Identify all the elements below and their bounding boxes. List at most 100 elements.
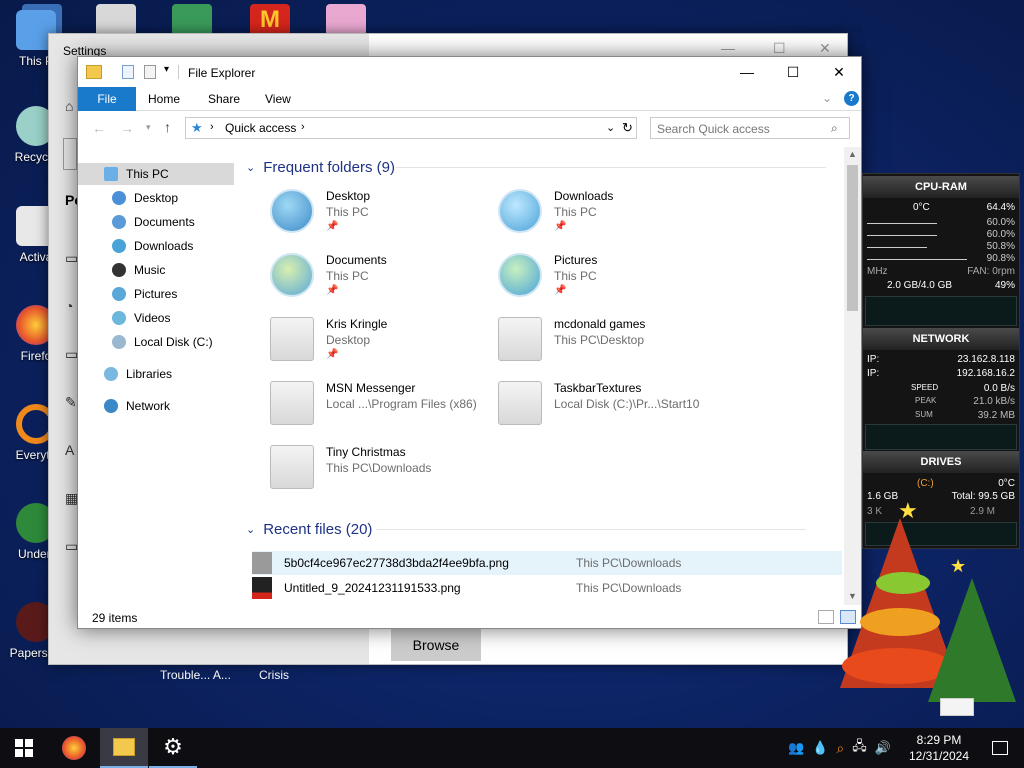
nav-item-network[interactable]: Network [78, 395, 170, 417]
folder-tile-msn-messenger[interactable]: MSN Messenger Local ...\Program Files (x… [270, 379, 490, 439]
minimize-button[interactable]: — [724, 57, 770, 87]
people-icon[interactable]: 👥 [788, 740, 804, 756]
settings-maximize-button[interactable]: ☐ [773, 40, 786, 57]
section-title: Recent files (20) [263, 520, 373, 538]
settings-search-box[interactable] [63, 138, 77, 170]
drive-name: (C:) [917, 478, 934, 489]
nav-item-pictures[interactable]: Pictures [78, 283, 177, 305]
notification-center-button[interactable] [976, 728, 1024, 768]
folder-name: TaskbarTextures [554, 381, 642, 395]
section-divider [376, 529, 806, 530]
title-bar[interactable]: ▾ File Explorer — ☐ ✕ [78, 57, 861, 87]
folder-name: Tiny Christmas [326, 445, 406, 459]
browse-button[interactable]: Browse [391, 629, 481, 661]
taskbar-firefox[interactable] [50, 728, 98, 768]
qat-dropdown-icon[interactable]: ▾ [164, 64, 169, 75]
drives-header: DRIVES [863, 451, 1019, 473]
nav-item-music[interactable]: Music [78, 259, 165, 281]
pin-icon[interactable]: 📌 [554, 285, 566, 296]
pin-icon[interactable]: 📌 [326, 349, 338, 360]
pin-icon[interactable]: 📌 [326, 221, 338, 232]
drive-row: (C:) 0°C [867, 478, 1015, 489]
maximize-button[interactable]: ☐ [770, 57, 816, 87]
scroll-thumb[interactable] [847, 165, 858, 311]
folder-tile-downloads[interactable]: Downloads This PC 📌 [498, 187, 718, 247]
taskbar-settings[interactable]: ⚙ [149, 728, 197, 768]
start-button[interactable] [0, 728, 48, 768]
folder-tile-kris-kringle[interactable]: Kris Kringle Desktop 📌 [270, 315, 490, 375]
clock[interactable]: 8:29 PM 12/31/2024 [906, 732, 972, 764]
up-arrow-icon[interactable]: ↑ [164, 119, 171, 135]
folder-tile-tiny-christmas[interactable]: Tiny Christmas This PC\Downloads [270, 443, 490, 503]
core-row: 60.0% [867, 229, 1015, 240]
nav-label: Music [134, 263, 166, 277]
folder-location: This PC\Downloads [326, 461, 432, 475]
recent-file-row[interactable]: Untitled_9_20241231191533.png This PC\Do… [252, 576, 842, 600]
cpu-ram-header: CPU-RAM [863, 176, 1019, 198]
new-folder-icon[interactable] [144, 65, 156, 79]
core-bar [867, 235, 937, 240]
frequent-folders-header[interactable]: ⌄ Frequent folders (9) [246, 157, 826, 177]
nav-item-documents[interactable]: Documents [78, 211, 195, 233]
water-drop-icon[interactable]: 💧 [812, 740, 828, 756]
nav-label: Downloads [134, 239, 194, 253]
desktop-label-trouble: Trouble... A... [160, 668, 231, 682]
recent-dropdown-icon[interactable]: ▾ [146, 122, 151, 133]
music-icon [112, 263, 126, 277]
help-icon[interactable]: ? [844, 91, 859, 106]
folder-tile-taskbartextures[interactable]: TaskbarTextures Local Disk (C:)\Pr...\St… [498, 379, 718, 439]
tab-share[interactable]: Share [194, 87, 254, 111]
ram-percent: 49% [994, 280, 1015, 291]
nav-item-downloads[interactable]: Downloads [78, 235, 193, 257]
tab-file[interactable]: File [78, 87, 136, 111]
tab-view[interactable]: View [251, 87, 305, 111]
ribbon-expand-icon[interactable]: ⌄ [822, 91, 832, 105]
desktop-folder-icon [270, 189, 314, 233]
sum-label: SUM [915, 410, 933, 419]
desktop-top-icon-3[interactable] [172, 4, 212, 36]
recent-files-header[interactable]: ⌄ Recent files (20) [246, 519, 806, 539]
collapse-chevron-icon: ⌄ [246, 161, 256, 174]
nav-item-local-disk[interactable]: Local Disk (C:) [78, 331, 213, 353]
pin-icon[interactable]: 📌 [554, 221, 566, 232]
scroll-up-arrow-icon[interactable]: ▲ [848, 149, 857, 159]
close-button[interactable]: ✕ [816, 57, 862, 87]
network-icon[interactable]: 🖧 [852, 737, 867, 759]
folder-tile-pictures[interactable]: Pictures This PC 📌 [498, 251, 718, 311]
desktop-top-icon-2[interactable] [96, 4, 136, 36]
folder-tile-mcdonald-games[interactable]: mcdonald games This PC\Desktop [498, 315, 718, 375]
pin-icon[interactable]: 📌 [326, 285, 338, 296]
downloads-icon [112, 239, 126, 253]
folder-tile-documents[interactable]: Documents This PC 📌 [270, 251, 490, 311]
folder-name: MSN Messenger [326, 381, 416, 395]
folder-icon [498, 381, 542, 425]
refresh-icon[interactable]: ↻ [622, 120, 633, 136]
recent-file-row[interactable]: 5b0cf4ce967ec27738d3bda2f4ee9bfa.png Thi… [252, 551, 842, 575]
nav-item-this-pc[interactable]: This PC [78, 163, 234, 185]
nav-item-videos[interactable]: Videos [78, 307, 170, 329]
folder-tile-desktop[interactable]: Desktop This PC 📌 [270, 187, 490, 247]
desktop-top-icon-5[interactable] [326, 4, 366, 36]
folder-name: mcdonald games [554, 317, 646, 331]
properties-icon[interactable] [122, 65, 134, 79]
search-tool-icon[interactable]: ⌕ [836, 740, 844, 757]
taskbar-file-explorer[interactable] [100, 728, 148, 768]
desktop-top-icon-mcdonalds[interactable]: M [250, 4, 290, 36]
ext-ip-row: IP: 23.162.8.118 [867, 354, 1015, 365]
address-bar[interactable]: ★ › Quick access › ⌄ ↻ [185, 117, 637, 139]
tab-home[interactable]: Home [134, 87, 194, 111]
search-input[interactable]: Search Quick access ⌕ [650, 117, 850, 139]
nav-item-libraries[interactable]: Libraries [78, 363, 172, 385]
forward-arrow-icon[interactable]: → [120, 120, 134, 136]
settings-close-button[interactable]: ✕ [819, 40, 831, 57]
ribbon-tabs: File Home Share View ⌄ ? [78, 87, 861, 111]
settings-minimize-button[interactable]: — [721, 40, 735, 56]
nav-item-desktop[interactable]: Desktop [78, 187, 178, 209]
volume-icon[interactable]: 🔊 [875, 740, 891, 756]
back-arrow-icon[interactable]: ← [92, 120, 106, 136]
folder-location: This PC [326, 205, 369, 219]
sum-value: 39.2 MB [977, 410, 1015, 421]
file-explorer-window[interactable]: ▾ File Explorer — ☐ ✕ File Home Share Vi… [77, 56, 862, 629]
pictures-folder-icon [498, 253, 542, 297]
address-dropdown-icon[interactable]: ⌄ [606, 121, 615, 134]
